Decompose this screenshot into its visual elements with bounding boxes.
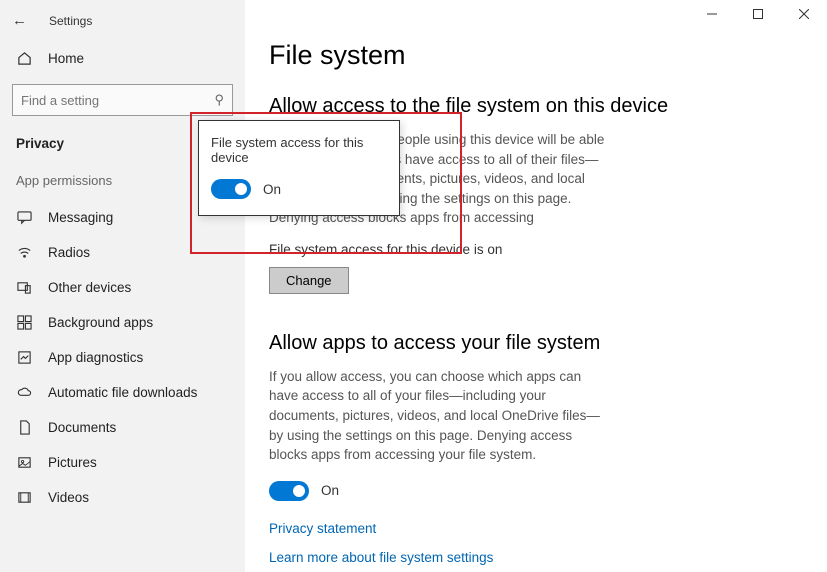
pictures-icon xyxy=(16,455,32,470)
app-title: Settings xyxy=(49,14,92,28)
section-apps-access-body: If you allow access, you can choose whic… xyxy=(269,367,614,465)
sidebar: ← Settings Home ⚲ Privacy App permission… xyxy=(0,0,245,572)
messaging-icon xyxy=(16,210,32,225)
nav-label: Pictures xyxy=(48,455,97,470)
nav-automatic-downloads[interactable]: Automatic file downloads xyxy=(0,375,245,410)
popup-toggle-label: On xyxy=(263,182,281,197)
search-field[interactable] xyxy=(21,93,214,108)
documents-icon xyxy=(16,420,32,435)
popup-toggle[interactable] xyxy=(211,179,251,199)
search-icon: ⚲ xyxy=(214,92,224,108)
background-apps-icon xyxy=(16,315,32,330)
nav-label: Radios xyxy=(48,245,90,260)
back-button[interactable]: ← xyxy=(12,12,27,29)
nav-other-devices[interactable]: Other devices xyxy=(0,270,245,305)
section-apps-access-title: Allow apps to access your file system xyxy=(269,332,803,355)
nav-label: Automatic file downloads xyxy=(48,385,197,400)
nav-background-apps[interactable]: Background apps xyxy=(0,305,245,340)
apps-access-toggle-label: On xyxy=(321,483,339,498)
content-area: File system Allow access to the file sys… xyxy=(245,0,827,572)
nav-label: Messaging xyxy=(48,210,113,225)
nav-documents[interactable]: Documents xyxy=(0,410,245,445)
device-access-popup: File system access for this device On xyxy=(198,120,400,216)
nav-videos[interactable]: Videos xyxy=(0,480,245,515)
nav-home-label: Home xyxy=(48,51,84,66)
nav-label: Videos xyxy=(48,490,89,505)
privacy-statement-link[interactable]: Privacy statement xyxy=(269,521,803,536)
search-input[interactable]: ⚲ xyxy=(12,84,233,116)
nav-label: Other devices xyxy=(48,280,131,295)
change-button[interactable]: Change xyxy=(269,267,349,294)
nav-label: Background apps xyxy=(48,315,153,330)
nav-app-diagnostics[interactable]: App diagnostics xyxy=(0,340,245,375)
nav-pictures[interactable]: Pictures xyxy=(0,445,245,480)
videos-icon xyxy=(16,490,32,505)
nav-label: App diagnostics xyxy=(48,350,143,365)
apps-access-toggle[interactable] xyxy=(269,481,309,501)
nav-home[interactable]: Home xyxy=(0,41,245,76)
device-access-status: File system access for this device is on xyxy=(269,242,803,257)
devices-icon xyxy=(16,280,32,295)
home-icon xyxy=(16,51,32,66)
learn-more-link[interactable]: Learn more about file system settings xyxy=(269,550,803,565)
cloud-icon xyxy=(16,385,32,400)
diagnostics-icon xyxy=(16,350,32,365)
popup-title: File system access for this device xyxy=(211,135,387,165)
page-title: File system xyxy=(269,40,803,71)
nav-radios[interactable]: Radios xyxy=(0,235,245,270)
nav-label: Documents xyxy=(48,420,116,435)
radios-icon xyxy=(16,245,32,260)
section-device-access-title: Allow access to the file system on this … xyxy=(269,95,803,118)
